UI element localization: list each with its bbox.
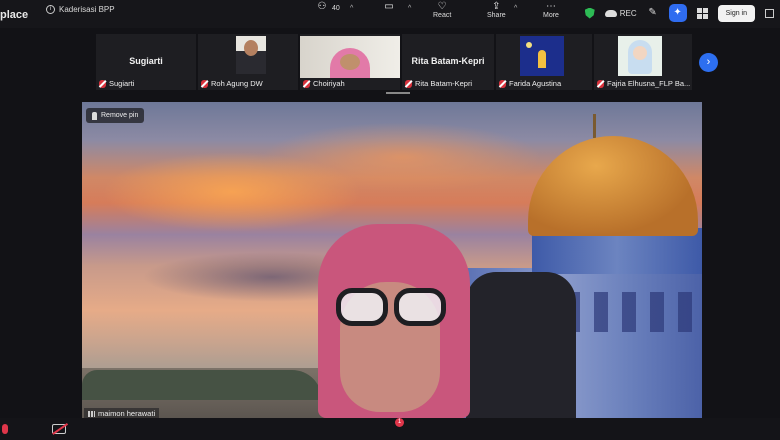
participant-label-text: Fajria Elhusna_FLP Ba... [607, 79, 691, 88]
more-icon: ⋯ [545, 1, 556, 12]
participant-label: Fajria Elhusna_FLP Ba... [597, 79, 690, 88]
remove-pin-button[interactable]: Remove pin [86, 108, 145, 123]
mic-muted-icon [99, 79, 106, 88]
chevron-right-icon: › [706, 56, 711, 68]
participant-tile[interactable]: Sugiarti Sugiarti [96, 34, 196, 90]
participant-label: Farida Agustina [499, 79, 561, 88]
participant-label-text: Farida Agustina [509, 79, 562, 88]
share-icon: ⇪ [492, 1, 501, 12]
mic-muted-icon [499, 79, 506, 88]
pen-icon[interactable]: ✎ [647, 7, 659, 19]
background-dome [528, 136, 698, 236]
participant-video [300, 36, 400, 78]
next-page-button[interactable]: › [699, 53, 718, 72]
glasses-lens [394, 288, 446, 326]
mic-muted-icon [201, 79, 208, 88]
participant-label-text: Choiriyah [313, 79, 345, 88]
mic-muted-icon [405, 79, 412, 88]
meeting-info[interactable]: i Kaderisasi BPP [46, 5, 115, 14]
mic-muted-icon [597, 79, 604, 88]
participant-label-text: Sugiarti [109, 79, 135, 88]
cloud-icon [604, 9, 617, 17]
mic-muted-icon[interactable] [2, 424, 8, 434]
app-name: place [0, 9, 29, 21]
pin-icon [92, 111, 97, 120]
background-cloud [102, 152, 362, 232]
sign-in-button[interactable]: Sign in [717, 4, 755, 22]
mic-muted-icon [303, 79, 310, 88]
participant-tile[interactable]: Farida Agustina [496, 34, 592, 90]
participant-video [520, 36, 564, 76]
top-right-controls: REC ✎ ✦ Sign in [584, 4, 774, 22]
background-trees [82, 370, 322, 400]
participant-label-text: Roh Agung DW [211, 79, 263, 88]
chair [466, 272, 576, 418]
remove-pin-label: Remove pin [101, 112, 139, 119]
shield-icon[interactable] [584, 7, 595, 19]
chat-button[interactable]: ▭ [383, 2, 395, 12]
view-grid-icon[interactable] [696, 7, 708, 19]
participant-video [236, 36, 266, 74]
glasses-lens [336, 288, 388, 326]
participants-button[interactable]: ⚇ [316, 2, 328, 12]
participant-label: Choiriyah [303, 79, 345, 88]
ai-companion-icon[interactable]: ✦ [668, 4, 687, 22]
participant-video [618, 36, 662, 76]
react-label: React [433, 12, 452, 19]
meeting-toolbar [0, 418, 780, 440]
participants-count: 40 [332, 5, 340, 12]
window-restore-icon[interactable] [765, 8, 774, 18]
heart-icon: ♡ [437, 1, 447, 12]
active-speaker-indicator [386, 92, 410, 94]
participant-label-text: Rita Batam-Kepri [415, 79, 473, 88]
chevron-up-icon[interactable]: ^ [408, 5, 411, 12]
signal-icon [88, 410, 95, 417]
participant-tile[interactable]: Roh Agung DW [198, 34, 298, 90]
speaker-glasses [332, 288, 452, 328]
participants-icon: ⚇ [317, 1, 327, 12]
pinned-video[interactable] [82, 102, 702, 418]
recording-indicator[interactable]: REC [604, 8, 637, 18]
chat-unread-badge: 1 [395, 418, 404, 427]
chevron-up-icon[interactable]: ^ [514, 5, 517, 12]
participant-label: Roh Agung DW [201, 79, 263, 88]
participant-tile[interactable]: Fajria Elhusna_FLP Ba... [594, 34, 692, 90]
more-label: More [543, 12, 559, 19]
rec-label: REC [619, 8, 637, 18]
share-label: Share [487, 12, 506, 19]
participant-name-center: Rita Batam-Kepri [411, 56, 485, 66]
speaker-video [318, 224, 470, 418]
chat-icon: ▭ [384, 1, 394, 12]
chevron-up-icon[interactable]: ^ [350, 5, 353, 12]
meeting-title: Kaderisasi BPP [59, 5, 115, 14]
react-button[interactable]: ♡ React [433, 1, 452, 20]
info-icon[interactable]: i [46, 5, 55, 14]
share-button[interactable]: ⇪ Share [487, 1, 506, 20]
participant-strip: Sugiarti Sugiarti Roh Agung DW Choiriyah… [0, 34, 780, 94]
participant-tile[interactable]: Rita Batam-Kepri Rita Batam-Kepri [402, 34, 494, 90]
participant-label: Rita Batam-Kepri [405, 79, 472, 88]
speaker-name: maimon herawati [98, 409, 156, 418]
video-call-window: place i Kaderisasi BPP REC ✎ ✦ Sign in S… [0, 0, 780, 440]
more-button[interactable]: ⋯ More [543, 1, 559, 20]
background-finial [593, 114, 596, 138]
participant-name-center: Sugiarti [129, 56, 163, 66]
video-off-icon[interactable] [52, 424, 66, 434]
participant-tile[interactable]: Choiriyah [300, 34, 400, 90]
participant-label: Sugiarti [99, 79, 134, 88]
